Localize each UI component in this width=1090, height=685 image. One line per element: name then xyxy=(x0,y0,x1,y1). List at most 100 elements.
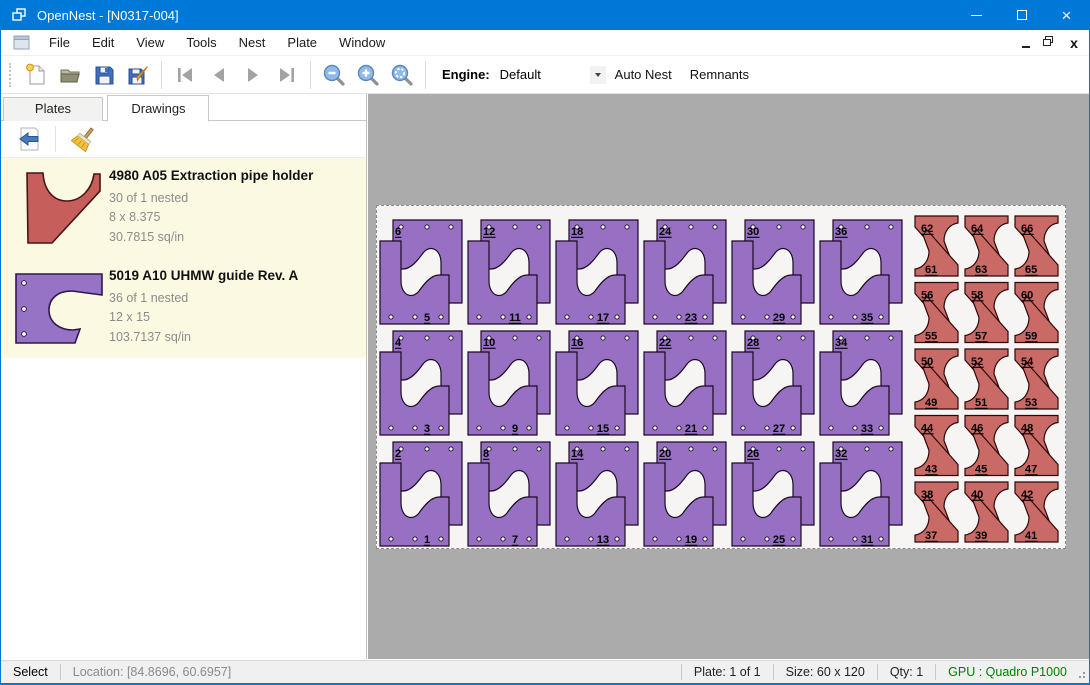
menu-bar: File Edit View Tools Nest Plate Window x xyxy=(1,30,1089,56)
nest-pair[interactable]: 5453 xyxy=(1015,349,1058,409)
next-plate-button[interactable] xyxy=(236,59,270,91)
nest-pair[interactable]: 5857 xyxy=(965,283,1008,343)
first-plate-button[interactable] xyxy=(168,59,202,91)
svg-text:55: 55 xyxy=(925,331,937,343)
clear-button[interactable] xyxy=(68,124,100,154)
svg-text:14: 14 xyxy=(571,448,584,460)
nest-pair[interactable]: 1817 xyxy=(556,220,638,324)
nest-pair[interactable]: 3837 xyxy=(915,482,958,542)
nest-pair[interactable]: 5251 xyxy=(965,349,1008,409)
mdi-close-icon[interactable]: x xyxy=(1067,36,1081,50)
last-plate-button[interactable] xyxy=(270,59,304,91)
nest-pair[interactable]: 40 39 xyxy=(965,482,1008,542)
minimize-button[interactable] xyxy=(954,0,999,30)
svg-text:17: 17 xyxy=(597,312,609,324)
tab-plates[interactable]: Plates xyxy=(3,97,103,121)
nest-pair[interactable]: 2827 xyxy=(732,331,814,435)
svg-text:61: 61 xyxy=(925,264,937,276)
close-button[interactable]: × xyxy=(1044,0,1089,30)
svg-text:40: 40 xyxy=(971,489,983,501)
plate[interactable]: 6512111817242330293635431091615222128273… xyxy=(376,205,1066,549)
auto-nest-button[interactable]: Auto Nest xyxy=(606,61,681,88)
nest-pair[interactable]: 2221 xyxy=(644,331,726,435)
drawing-list-item[interactable]: 5019 A10 UHMW guide Rev. A 36 of 1 neste… xyxy=(1,258,366,358)
zoom-out-button[interactable] xyxy=(317,59,351,91)
nest-pair[interactable]: 3433 xyxy=(820,331,902,435)
first-arrow-icon xyxy=(175,66,195,84)
resize-grip[interactable] xyxy=(1075,668,1085,678)
last-arrow-icon xyxy=(277,66,297,84)
nest-pair[interactable]: 2019 xyxy=(644,442,726,546)
nest-pair[interactable]: 3231 xyxy=(820,442,902,546)
return-parts-button[interactable] xyxy=(13,124,45,154)
drawing-area: 30.7815 sq/in xyxy=(109,228,360,247)
drawing-nested-count: 30 of 1 nested xyxy=(109,189,360,208)
svg-text:10: 10 xyxy=(483,337,495,349)
svg-text:3: 3 xyxy=(424,423,430,435)
menu-view[interactable]: View xyxy=(125,31,175,54)
nest-pair[interactable]: 4443 xyxy=(915,416,958,476)
zoom-fit-button[interactable] xyxy=(385,59,419,91)
engine-combobox[interactable]: Default xyxy=(498,63,606,87)
nest-pair[interactable]: 3635 xyxy=(820,220,902,324)
nest-pair[interactable]: 5049 xyxy=(915,349,958,409)
broom-icon xyxy=(71,126,97,152)
nest-pair[interactable]: 3029 xyxy=(732,220,814,324)
menu-window[interactable]: Window xyxy=(328,31,396,54)
svg-text:53: 53 xyxy=(1025,397,1037,409)
nest-pair[interactable]: 2625 xyxy=(732,442,814,546)
menu-nest[interactable]: Nest xyxy=(228,31,277,54)
nest-pair[interactable]: 4645 xyxy=(965,416,1008,476)
maximize-button[interactable] xyxy=(999,0,1044,30)
svg-text:29: 29 xyxy=(773,312,785,324)
nest-pair[interactable]: 1211 xyxy=(468,220,550,324)
nest-pair[interactable]: 4847 xyxy=(1015,416,1058,476)
nest-pair[interactable]: 6261 xyxy=(915,216,958,276)
svg-text:39: 39 xyxy=(975,530,987,542)
nest-pair[interactable]: 43 xyxy=(380,331,462,435)
menu-file[interactable]: File xyxy=(38,31,81,54)
nest-pair[interactable]: 10 9 xyxy=(468,331,550,435)
nest-pair[interactable]: 21 xyxy=(380,442,462,546)
svg-text:25: 25 xyxy=(773,534,785,546)
status-bar: Select Location: [84.8696, 60.6957] Plat… xyxy=(1,660,1089,683)
save-button[interactable] xyxy=(87,59,121,91)
svg-text:9: 9 xyxy=(512,423,518,435)
nest-pair[interactable]: 2423 xyxy=(644,220,726,324)
status-size: Size: 60 x 120 xyxy=(774,664,877,680)
tab-drawings[interactable]: Drawings xyxy=(107,95,209,122)
menu-edit[interactable]: Edit xyxy=(81,31,125,54)
zoom-out-icon xyxy=(322,63,346,87)
menu-tools[interactable]: Tools xyxy=(175,31,227,54)
svg-text:8: 8 xyxy=(483,448,489,460)
nest-pair[interactable]: 4241 xyxy=(1015,482,1058,542)
engine-dropdown-button[interactable] xyxy=(590,66,606,84)
menu-plate[interactable]: Plate xyxy=(276,31,328,54)
svg-text:11: 11 xyxy=(509,312,521,324)
mdi-restore-icon[interactable] xyxy=(1043,36,1057,50)
nest-pair[interactable]: 5655 xyxy=(915,283,958,343)
mdi-minimize-icon[interactable] xyxy=(1019,36,1033,50)
app-window: OpenNest - [N0317-004] × File Edit View … xyxy=(0,0,1090,685)
save-as-button[interactable] xyxy=(121,59,155,91)
svg-text:47: 47 xyxy=(1025,464,1037,476)
svg-text:7: 7 xyxy=(512,534,518,546)
status-gpu: GPU : Quadro P1000 xyxy=(936,664,1089,680)
new-button[interactable] xyxy=(19,59,53,91)
open-button[interactable] xyxy=(53,59,87,91)
nest-pair[interactable]: 65 xyxy=(380,220,462,324)
remnants-button[interactable]: Remnants xyxy=(681,61,758,88)
document-window-icon[interactable] xyxy=(13,35,30,50)
zoom-in-button[interactable] xyxy=(351,59,385,91)
nest-pair[interactable]: 6059 xyxy=(1015,283,1058,343)
nest-canvas[interactable]: 6512111817242330293635431091615222128273… xyxy=(368,94,1090,659)
nest-pair[interactable]: 1615 xyxy=(556,331,638,435)
nest-pair[interactable]: 87 xyxy=(468,442,550,546)
nest-pair[interactable]: 1413 xyxy=(556,442,638,546)
nest-pair[interactable]: 6463 xyxy=(965,216,1008,276)
toolbar-grip[interactable] xyxy=(9,63,13,87)
previous-plate-button[interactable] xyxy=(202,59,236,91)
zoom-fit-icon xyxy=(390,63,414,87)
drawing-list-item[interactable]: 4980 A05 Extraction pipe holder 30 of 1 … xyxy=(1,158,366,258)
nest-pair[interactable]: 6665 xyxy=(1015,216,1058,276)
